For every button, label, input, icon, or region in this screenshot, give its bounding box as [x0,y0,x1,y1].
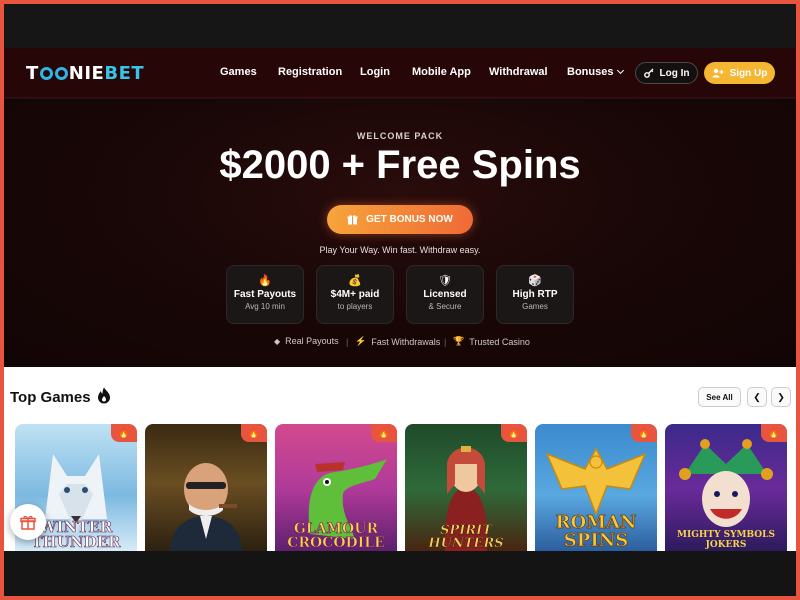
shield-icon: 🛡 [438,275,452,287]
feature-title: Licensed [423,289,467,300]
feature-paid: 💰 $4M+ paid to players [316,265,394,324]
feature-subtitle: to players [337,302,373,311]
trust-fast-withdrawals: ⚡ Fast Withdrawals [355,336,440,347]
hot-badge: 🔥 [371,424,397,442]
logo-o-ring-icon [54,67,68,80]
game-title: ROMAN SPINS [555,512,637,551]
get-bonus-label: GET BONUS NOW [366,214,453,225]
logo-text: NIE [68,63,105,84]
login-button[interactable]: Log In [635,62,698,84]
feature-licensed: 🛡 Licensed & Secure [406,265,484,324]
hot-badge: 🔥 [111,424,137,442]
feature-subtitle: & Secure [428,302,462,311]
nav-withdrawal[interactable]: Withdrawal [489,66,548,78]
logo-letter: T [26,63,39,84]
nav-bonuses[interactable]: Bonuses [567,66,625,78]
nav-registration[interactable]: Registration [278,66,342,78]
top-games-section: Top Games See All ❮ ❯ 🔥 WINTER THUNDER 🔥… [4,367,796,554]
game-card-mafia[interactable]: 🔥 [145,424,267,554]
game-title: GLAMOUR CROCODILE [287,521,385,551]
dice-icon: 🎲 [528,275,542,287]
feature-title: Fast Payouts [233,289,297,300]
mobster-artwork [170,463,242,554]
game-title: SPIRIT HUNTERS [428,523,504,551]
logo[interactable]: T NIEBET [26,63,144,84]
trust-label: Trusted Casino [469,336,530,347]
trust-label: Fast Withdrawals [371,336,441,347]
carousel-next-button[interactable]: ❯ [771,387,791,407]
get-bonus-button[interactable]: GET BONUS NOW [327,205,473,234]
feature-subtitle: Games [522,302,548,311]
money-bag-icon: 💰 [348,275,362,287]
carousel-prev-button[interactable]: ❮ [747,387,767,407]
fire-icon [98,387,110,404]
floating-gift-button[interactable] [10,504,46,540]
top-bar [4,4,796,48]
nav-mobile-app[interactable]: Mobile App [412,66,471,78]
logo-bet-text: BET [104,63,145,84]
feature-title: $4M+ paid [330,289,380,300]
logo-o-ring-icon [39,67,53,80]
nav-login[interactable]: Login [360,66,390,78]
game-title: MIGHTY SYMBOLS JOKERS [677,530,775,550]
hero-eyebrow: WELCOME PACK [356,131,444,141]
chevron-down-icon [617,66,625,75]
section-title: Top Games [10,389,91,406]
feature-subtitle: Avg 10 min [245,302,285,311]
browser-frame: T NIEBET Games Registration Login Mobile … [4,4,796,596]
feature-high-rtp: 🎲 High RTP Games [496,265,574,324]
gift-icon [347,215,358,225]
trust-separator: | [444,337,447,347]
fire-icon: 🔥 [258,275,272,287]
gift-icon [20,515,36,530]
key-icon [643,68,653,78]
signup-button[interactable]: Sign Up [704,62,775,84]
bottom-bar [4,551,796,596]
trophy-icon: 🏆 [453,336,465,346]
trust-casino: 🏆 Trusted Casino [453,336,530,347]
hero-tagline: Play Your Way. Win fast. Withdraw easy. [319,245,481,255]
signup-label: Sign Up [729,67,768,79]
game-card-mighty-symbols[interactable]: 🔥 MIGHTY SYMBOLS JOKERS [665,424,787,554]
hot-badge: 🔥 [501,424,527,442]
feature-title: High RTP [512,289,558,300]
game-card-glamour-crocodile[interactable]: 🔥 GLAMOUR CROCODILE [275,424,397,554]
nav-games[interactable]: Games [220,66,257,78]
game-card-spirit-hunters[interactable]: 🔥 SPIRIT HUNTERS [405,424,527,554]
hero-headline: $2000 + Free Spins [219,143,581,187]
site-header: T NIEBET Games Registration Login Mobile … [4,48,796,98]
nav-bonuses-label: Bonuses [567,66,614,78]
hot-badge: 🔥 [631,424,657,442]
trust-real-payouts: ◆ Real Payouts [274,336,339,346]
see-all-button[interactable]: See All [698,387,741,407]
user-plus-icon [712,68,724,78]
game-card-roman-spins[interactable]: 🔥 ROMAN SPINS [535,424,657,554]
trust-label: Real Payouts [285,336,339,346]
trust-separator: | [346,337,349,347]
login-label: Log In [659,67,690,79]
diamond-icon: ◆ [274,336,281,346]
feature-fast-payouts: 🔥 Fast Payouts Avg 10 min [226,265,304,324]
hot-badge: 🔥 [761,424,787,442]
hero-banner: WELCOME PACK $2000 + Free Spins GET BONU… [4,99,796,367]
hot-badge: 🔥 [241,424,267,442]
lightning-icon: ⚡ [355,336,367,346]
